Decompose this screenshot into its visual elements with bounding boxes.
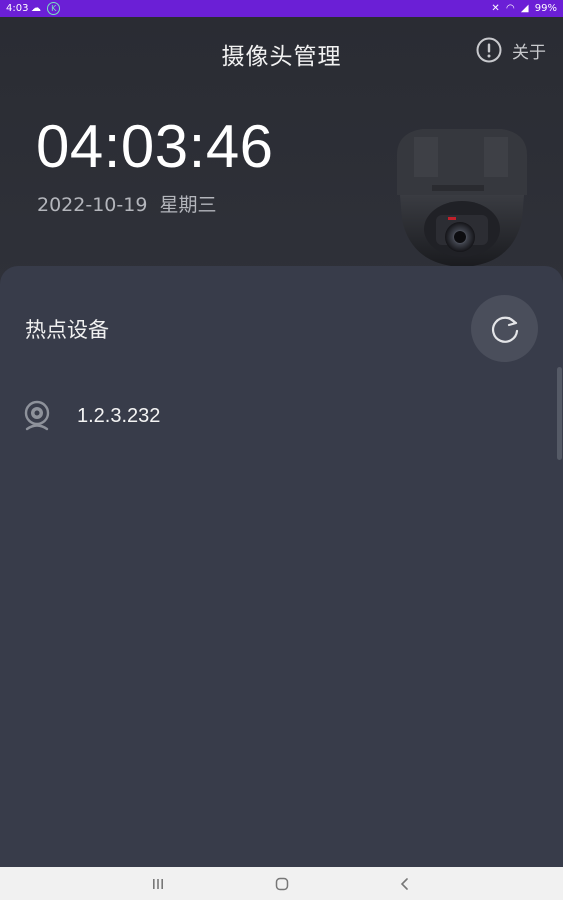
status-bar: 4:03 ☁ K ✕ ◠ ◢ 99% (0, 0, 563, 17)
refresh-button[interactable] (471, 295, 538, 362)
device-panel: 热点设备 1.2.3.232 (0, 266, 563, 867)
home-icon[interactable] (272, 875, 292, 893)
device-ip-label: 1.2.3.232 (77, 404, 161, 427)
signal-icon: ◢ (520, 3, 529, 14)
webcam-icon (24, 400, 50, 431)
info-circle-icon (476, 37, 502, 63)
refresh-icon (491, 316, 518, 343)
wifi-icon: ◠ (505, 3, 515, 14)
status-right-icons: ✕ ◠ ◢ 99% (488, 0, 557, 17)
header-hero: 摄像头管理 关于 04:03:46 2022-10-19 星期三 (0, 17, 563, 287)
about-button[interactable]: 关于 (476, 37, 546, 63)
recent-apps-icon[interactable] (148, 875, 168, 893)
app-badge-icon: K (47, 1, 61, 15)
device-list-item[interactable]: 1.2.3.232 (22, 396, 522, 436)
panel-title: 热点设备 (25, 318, 109, 342)
battery-text: 99% (534, 3, 557, 14)
navigation-bar (0, 867, 563, 900)
cloud-icon: ☁ (31, 3, 41, 14)
scrollbar[interactable] (557, 367, 562, 460)
about-label: 关于 (512, 42, 546, 63)
weekday-text: 星期三 (159, 194, 217, 216)
dome-camera-icon (392, 125, 532, 270)
status-left-icons: ☁ K (31, 0, 63, 17)
mute-icon: ✕ (491, 3, 500, 14)
back-icon[interactable] (395, 875, 415, 893)
clock-time: 04:03:46 (36, 113, 274, 180)
date-row: 2022-10-19 星期三 (37, 190, 216, 217)
status-time: 4:03 (6, 3, 29, 14)
date-text: 2022-10-19 (37, 194, 148, 216)
